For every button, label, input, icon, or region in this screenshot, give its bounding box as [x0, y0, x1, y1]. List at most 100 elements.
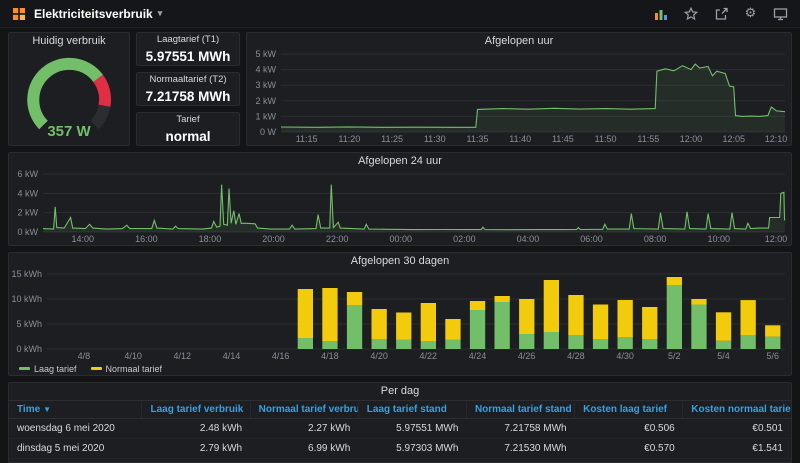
settings-gear-icon[interactable]: ⚙ — [743, 6, 758, 21]
stat-panels-column: Laagtarief (T1) 5.97551 MWh Normaaltarie… — [136, 32, 240, 146]
bar-laag-tarief — [494, 302, 510, 349]
y-tick-label: 0 kWh — [16, 344, 42, 354]
table-cell: €1.254 — [682, 458, 791, 462]
x-tick-label: 11:45 — [552, 134, 574, 144]
x-tick-label: 12:00 — [765, 234, 788, 244]
dashboard-grid-icon[interactable] — [12, 7, 26, 21]
per-dag-table: Time ▼ Laag tarief verbruik Normaal tarief … — [9, 400, 791, 462]
panel-title: Tarief — [176, 114, 200, 125]
legend-label: Laag tarief — [34, 363, 77, 374]
panel-title: Per dag — [380, 385, 420, 397]
x-tick-label: 11:20 — [338, 134, 360, 144]
column-header-label: Kosten normaal tarief — [691, 404, 791, 415]
column-header-6[interactable]: Kosten normaal tarief — [682, 400, 791, 419]
y-tick-label: 2 kW — [255, 96, 276, 106]
gauge-threshold-red — [93, 74, 112, 107]
panel-title: Huidig verbruik — [32, 35, 106, 47]
bar-normaal-tarief — [617, 300, 633, 337]
table-row: maandag 4 mei 20201.64 kWh5.70 kWh5.9702… — [9, 458, 791, 462]
panel-afgelopen-uur: Afgelopen uur 0 W 1 kW 2 kW 3 kW 4 kW 5 kW 11:… — [246, 32, 792, 146]
table-cell: 7.20832 MWh — [466, 458, 575, 462]
bar-laag-tarief — [420, 341, 436, 349]
x-tick-label: 11:40 — [509, 134, 531, 144]
cycle-view-monitor-icon[interactable] — [773, 6, 788, 21]
column-header-label: Normaal tarief verbruikl — [258, 404, 358, 415]
day-chart-plot[interactable]: 0 kW 2 kW 4 kW 6 kW 14:00 16:00 18:00 20:00 22:0… — [9, 170, 791, 245]
bar-normaal-tarief — [666, 277, 682, 285]
hour-chart-plot[interactable]: 0 W 1 kW 2 kW 3 kW 4 kW 5 kW 11:15 11:20 11:25 11… — [247, 50, 791, 145]
bar-normaal-tarief — [297, 289, 313, 338]
table-cell: 2.79 kWh — [141, 438, 251, 459]
legend-item[interactable]: Normaal tarief — [90, 364, 162, 374]
panel-title: Afgelopen uur — [484, 35, 554, 47]
navbar: Elektriciteitsverbruik ▾ ⚙ — [0, 0, 800, 28]
add-panel-icon[interactable] — [653, 6, 668, 21]
table-row: woensdag 6 mei 2020 2.48 kWh 2.27 kWh 5.975… — [9, 418, 791, 439]
bar-laag-tarief — [371, 339, 387, 349]
dashboard-title-dropdown[interactable]: Elektriciteitsverbruik ▾ — [34, 7, 162, 21]
bar-normaal-tarief — [568, 295, 584, 335]
bar-normaal-tarief — [371, 309, 387, 339]
panel-huidig-verbruik: Huidig verbruik 357 W — [8, 32, 130, 146]
table-body: woensdag 6 mei 2020 2.48 kWh 2.27 kWh 5.975… — [9, 418, 791, 462]
column-header-4[interactable]: Normaal tarief stand — [466, 400, 576, 419]
bar-laag-tarief — [445, 339, 461, 349]
bar-normaal-tarief — [765, 325, 781, 337]
month-chart-plot[interactable]: 0 kWh 5 kWh 10 kWh 15 kWh 4/8 4/10 4/12 4/14 4/1… — [9, 270, 791, 362]
y-tick-label: 5 kWh — [16, 319, 42, 329]
y-tick-label: 0 kW — [17, 227, 38, 237]
bar-laag-tarief — [592, 339, 609, 349]
x-tick-label: 4/14 — [223, 351, 241, 361]
month-chart-legend: Laag tarief Normaal tarief — [9, 362, 791, 375]
column-header-2[interactable]: Normaal tarief verbruikl — [250, 400, 359, 419]
x-tick-label: 22:00 — [326, 234, 349, 244]
legend-marker — [90, 367, 102, 370]
panel-per-dag: Per dag Time ▼ Laag tarief verbruik Normaal… — [8, 382, 792, 463]
column-header-1[interactable]: Laag tarief verbruik — [141, 400, 251, 419]
panel-normaaltarief-t2: Normaaltarief (T2) 7.21758 MWh — [136, 72, 240, 106]
panel-afgelopen-24-uur: Afgelopen 24 uur 0 kW 2 kW 4 kW 6 kW 14:00 16… — [8, 152, 792, 246]
x-tick-label: 10:00 — [707, 234, 730, 244]
star-icon[interactable] — [683, 6, 698, 21]
y-tick-label: 0 W — [260, 127, 277, 137]
column-header-3[interactable]: Laag tarief stand — [358, 400, 467, 419]
dashboard-grid: Huidig verbruik 357 W Laagtarief (T1) 5.… — [0, 28, 800, 463]
table-cell: 1.64 kWh — [141, 458, 251, 462]
x-tick-label: 4/20 — [370, 351, 388, 361]
x-tick-label: 5/4 — [717, 351, 730, 361]
bar-normaal-tarief — [740, 300, 756, 335]
x-tick-label: 11:15 — [296, 134, 318, 144]
legend-item[interactable]: Laag tarief — [19, 364, 77, 374]
table-cell: €0.506 — [574, 418, 683, 439]
x-tick-label: 4/24 — [469, 351, 487, 361]
bar-laag-tarief — [297, 338, 313, 349]
series-area — [43, 184, 785, 232]
bar-laag-tarief — [691, 304, 707, 349]
panel-title: Normaaltarief (T2) — [149, 74, 227, 85]
gauge-value: 357 W — [47, 123, 91, 140]
table-row: dinsdag 5 mei 2020 2.79 kWh 6.99 kWh 5.9730… — [9, 438, 791, 459]
x-tick-label: 02:00 — [453, 234, 476, 244]
x-tick-label: 4/12 — [174, 351, 192, 361]
x-tick-label: 4/26 — [518, 351, 536, 361]
bar-normaal-tarief — [592, 304, 609, 339]
table-cell: maandag 4 mei 2020 — [9, 458, 142, 462]
x-tick-label: 4/28 — [567, 351, 585, 361]
column-header-5[interactable]: Kosten laag tarief — [574, 400, 684, 419]
column-header-time[interactable]: Time ▼ — [9, 400, 143, 419]
panel-laagtarief-t1: Laagtarief (T1) 5.97551 MWh — [136, 32, 240, 66]
bar-laag-tarief — [715, 340, 732, 349]
table-cell: woensdag 6 mei 2020 — [9, 418, 142, 439]
table-cell: €1.541 — [682, 438, 791, 459]
bar-normaal-tarief — [420, 303, 436, 341]
share-icon[interactable] — [713, 6, 728, 21]
x-tick-label: 11:30 — [424, 134, 446, 144]
y-tick-label: 1 kW — [255, 111, 276, 121]
panel-tarief: Tarief normal — [136, 112, 240, 146]
y-tick-label: 6 kW — [17, 170, 38, 179]
chevron-down-icon: ▾ — [157, 8, 163, 18]
y-tick-label: 3 kW — [255, 80, 276, 90]
bar-normaal-tarief — [346, 292, 363, 305]
x-tick-label: 06:00 — [580, 234, 603, 244]
bar-normaal-tarief — [543, 280, 559, 332]
